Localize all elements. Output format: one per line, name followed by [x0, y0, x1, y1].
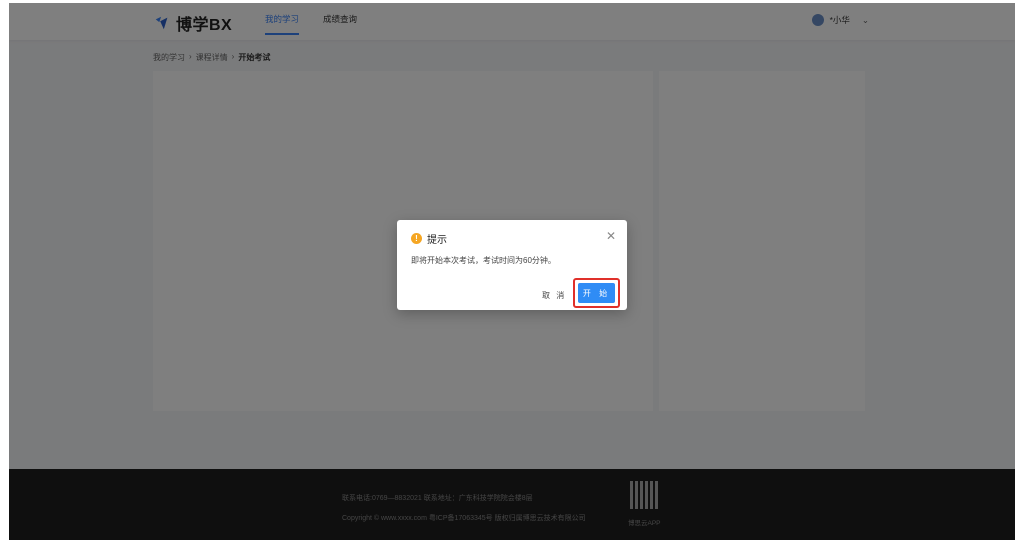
confirm-dialog: ! 提示 ✕ 即将开始本次考试，考试时间为60分钟。 取 消 开 始	[397, 220, 627, 310]
warning-icon: !	[411, 233, 422, 244]
cancel-button[interactable]: 取 消	[542, 290, 566, 301]
dialog-message: 即将开始本次考试，考试时间为60分钟。	[411, 256, 556, 265]
app-frame: 博学BX 我的学习 成绩查询 *小华 ⌄ 我的学习 › 课程详情 › 开始考试 …	[9, 3, 1015, 540]
dialog-header: ! 提示	[411, 231, 447, 246]
close-icon[interactable]: ✕	[606, 229, 616, 243]
start-button[interactable]: 开 始	[578, 283, 615, 303]
dialog-title: 提示	[427, 235, 447, 246]
